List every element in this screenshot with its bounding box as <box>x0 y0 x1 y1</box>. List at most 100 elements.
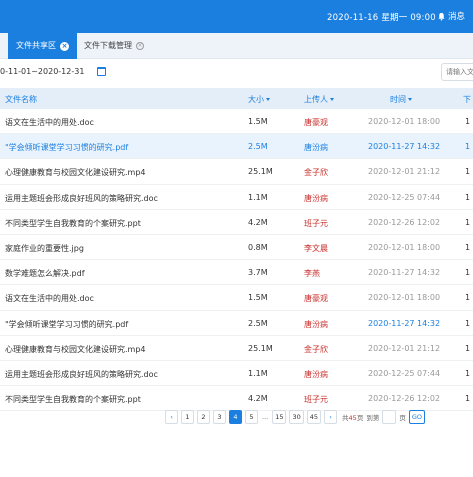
total-suffix: 页 <box>356 414 364 422</box>
table-row[interactable]: 运用主题班会形成良好班风的策略研究.doc 1.1M 唐汾病 2020-12-2… <box>0 361 473 387</box>
messages-button[interactable]: 消息 <box>437 10 465 22</box>
download-count: 1 <box>465 192 471 202</box>
file-name[interactable]: 心理健康教育与校园文化建设研究.mp4 <box>5 344 146 355</box>
column-label: 大小 <box>248 95 264 104</box>
file-size: 0.8M <box>248 242 268 252</box>
uploader: 金子欣 <box>304 168 328 178</box>
upload-time: 2020-12-26 12:02 <box>368 217 441 227</box>
file-size: 1.1M <box>248 192 268 202</box>
file-name[interactable]: 不同类型学生自我教育的个案研究.ppt <box>5 394 141 405</box>
table-header: 文件名称 大小 上传人 时间 下 <box>0 88 473 109</box>
column-header-time[interactable]: 时间 <box>390 94 412 105</box>
pagination: ‹ 1 2 3 4 5 ... 15 30 45 › 共45页 到第 页 GO <box>165 410 425 424</box>
table-row[interactable]: 家庭作业的重要性.jpg 0.8M 李文晨 2020-12-01 18:00 1 <box>0 235 473 261</box>
jump-suffix: 页 <box>399 414 406 422</box>
download-count: 1 <box>465 318 471 328</box>
table-row[interactable]: "学会倾听课堂学习习惯的研究.pdf 2.5M 唐汾病 2020-11-27 1… <box>0 134 473 160</box>
file-name[interactable]: 家庭作业的重要性.jpg <box>5 243 84 254</box>
page-button[interactable]: 45 <box>306 410 322 424</box>
close-icon[interactable]: × <box>60 41 69 51</box>
prev-page-button[interactable]: ‹ <box>165 410 178 424</box>
page-button[interactable]: 5 <box>245 410 258 424</box>
table-row[interactable]: 不同类型学生自我教育的个案研究.ppt 4.2M 班子元 2020-12-26 … <box>0 210 473 235</box>
upload-time: 2020-12-26 12:02 <box>368 394 441 404</box>
jump-page-input[interactable] <box>382 410 397 424</box>
tab-file-share-label: 文件共享区 <box>16 41 56 50</box>
table-row[interactable]: 心理健康教育与校园文化建设研究.mp4 25.1M 金子欣 2020-12-01… <box>0 336 473 361</box>
page-button-current[interactable]: 4 <box>229 410 242 424</box>
upload-time: 2020-12-01 18:00 <box>368 117 441 126</box>
uploader: 金子欣 <box>304 344 328 354</box>
messages-label: 消息 <box>448 12 466 22</box>
calendar-icon[interactable] <box>97 67 106 76</box>
uploader: 班子元 <box>304 218 328 228</box>
uploader: 唐豪观 <box>304 118 328 127</box>
tab-download-manage-label: 文件下载管理 <box>84 41 132 50</box>
file-table-body: 语文在生活中的用处.doc 1.5M 唐豪观 2020-12-01 18:00 … <box>0 109 473 412</box>
sort-icon[interactable] <box>408 98 412 101</box>
pagination-ellipsis: ... <box>262 413 269 421</box>
top-bar: 2020-11-16 星期一 09:00 消息 <box>0 0 473 33</box>
download-count: 1 <box>465 394 471 404</box>
sort-icon[interactable] <box>266 98 270 101</box>
upload-time: 2020-11-27 14:32 <box>368 142 441 152</box>
file-size: 4.2M <box>248 394 268 404</box>
file-name[interactable]: "学会倾听课堂学习习惯的研究.pdf <box>5 319 128 330</box>
file-size: 1.5M <box>248 293 268 303</box>
column-header-name[interactable]: 文件名称 <box>5 94 37 105</box>
table-row[interactable]: 不同类型学生自我教育的个案研究.ppt 4.2M 班子元 2020-12-26 … <box>0 386 473 412</box>
table-row[interactable]: 语文在生活中的用处.doc 1.5M 唐豪观 2020-12-01 18:00 … <box>0 109 473 135</box>
column-header-uploader[interactable]: 上传人 <box>304 94 334 105</box>
tab-bar: 文件共享区 × 文件下载管理 × <box>0 33 473 59</box>
file-size: 3.7M <box>248 268 268 278</box>
file-name[interactable]: "学会倾听课堂学习习惯的研究.pdf <box>5 142 128 153</box>
uploader: 班子元 <box>304 395 328 405</box>
uploader: 李燕 <box>304 269 320 279</box>
table-row[interactable]: 运用主题班会形成良好班风的策略研究.doc 1.1M 唐汾病 2020-12-2… <box>0 185 473 210</box>
download-count: 1 <box>465 343 471 353</box>
download-count: 1 <box>465 117 471 126</box>
file-size: 2.5M <box>248 318 268 328</box>
upload-time: 2020-12-01 21:12 <box>368 167 441 177</box>
upload-time: 2020-12-01 21:12 <box>368 343 441 353</box>
bell-icon <box>438 12 445 21</box>
file-name[interactable]: 语文在生活中的用处.doc <box>5 293 94 304</box>
column-header-download[interactable]: 下 <box>463 94 471 105</box>
download-count: 1 <box>465 293 471 303</box>
table-row[interactable]: 数学难题怎么解决.pdf 3.7M 李燕 2020-11-27 14:32 1 <box>0 260 473 286</box>
total-pages: 共45页 <box>342 412 363 422</box>
file-name[interactable]: 数学难题怎么解决.pdf <box>5 268 85 279</box>
file-name[interactable]: 心理健康教育与校园文化建设研究.mp4 <box>5 167 146 178</box>
file-name[interactable]: 语文在生活中的用处.doc <box>5 117 94 128</box>
uploader: 唐汾病 <box>304 143 328 153</box>
uploader: 唐豪观 <box>304 294 328 304</box>
column-header-size[interactable]: 大小 <box>248 94 270 105</box>
sort-icon[interactable] <box>330 98 334 101</box>
go-button[interactable]: GO <box>408 410 425 424</box>
page-button[interactable]: 3 <box>213 410 226 424</box>
table-row[interactable]: "学会倾听课堂学习习惯的研究.pdf 2.5M 唐汾病 2020-11-27 1… <box>0 311 473 336</box>
column-label: 上传人 <box>304 95 328 104</box>
page-button[interactable]: 15 <box>272 410 287 424</box>
table-row[interactable]: 语文在生活中的用处.doc 1.5M 唐豪观 2020-12-01 18:00 … <box>0 285 473 311</box>
file-size: 25.1M <box>248 343 273 353</box>
tab-file-share[interactable]: 文件共享区 × <box>8 33 77 59</box>
uploader: 唐汾病 <box>304 193 328 203</box>
upload-time: 2020-12-01 18:00 <box>368 242 441 252</box>
file-name[interactable]: 运用主题班会形成良好班风的策略研究.doc <box>5 193 158 204</box>
page-button[interactable]: 1 <box>181 410 194 424</box>
next-page-button[interactable]: › <box>324 410 338 424</box>
upload-time: 2020-11-27 14:32 <box>368 318 441 328</box>
uploader: 唐汾病 <box>304 319 328 329</box>
date-range-field[interactable]: 0-11-01~2020-12-31 <box>0 67 84 76</box>
page-button[interactable]: 30 <box>289 410 304 424</box>
file-name[interactable]: 不同类型学生自我教育的个案研究.ppt <box>5 218 141 229</box>
page-button[interactable]: 2 <box>197 410 210 424</box>
download-count: 1 <box>465 368 471 378</box>
file-name[interactable]: 运用主题班会形成良好班风的策略研究.doc <box>5 369 158 380</box>
tab-download-manage[interactable]: 文件下载管理 × <box>76 33 152 59</box>
table-row[interactable]: 心理健康教育与校园文化建设研究.mp4 25.1M 金子欣 2020-12-01… <box>0 159 473 185</box>
close-icon[interactable]: × <box>136 42 144 50</box>
column-label: 时间 <box>390 95 406 104</box>
search-input[interactable] <box>441 63 473 81</box>
